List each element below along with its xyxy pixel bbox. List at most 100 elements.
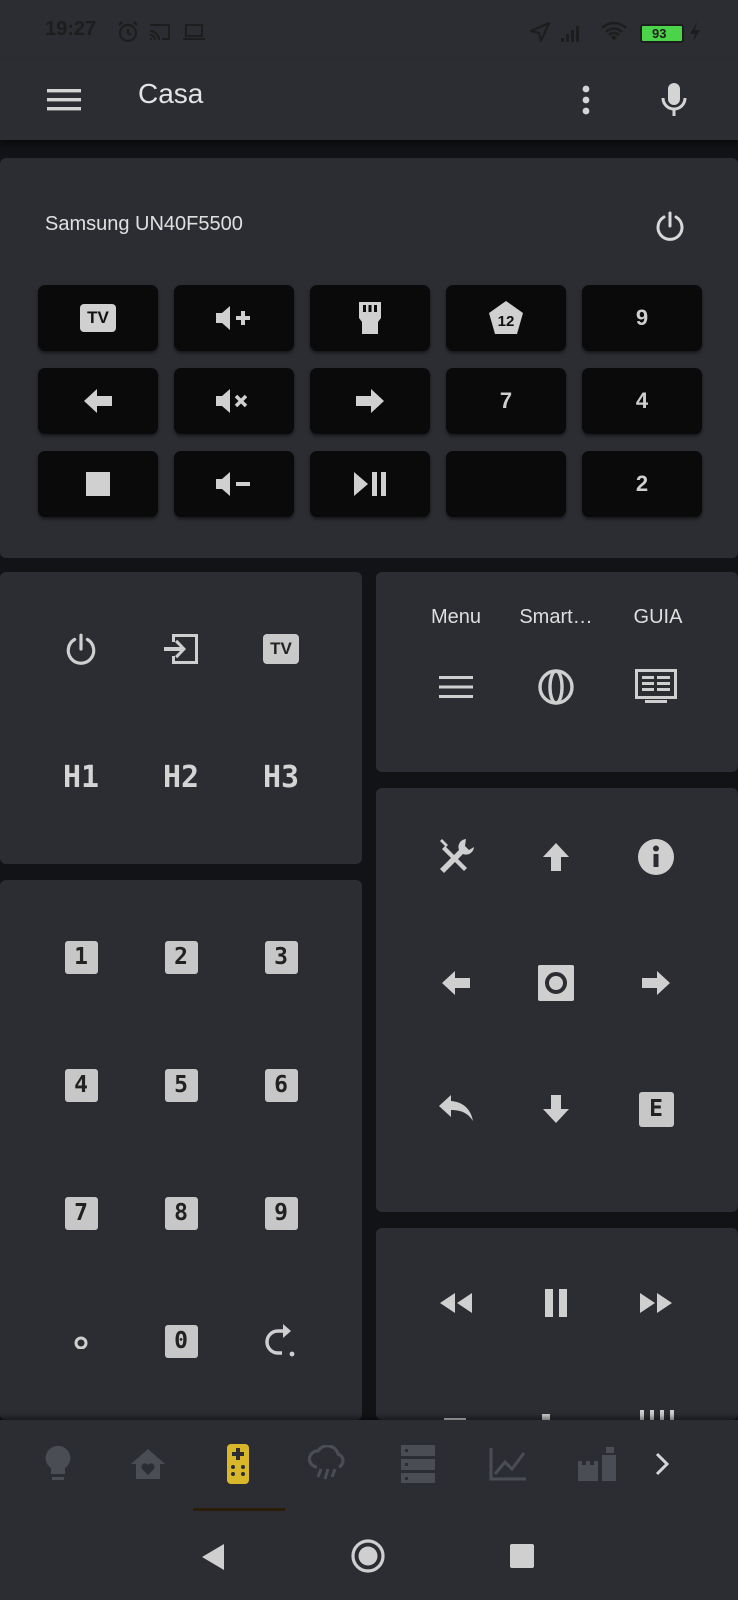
redo-icon — [265, 1324, 295, 1357]
numpad-key-7[interactable]: 7 — [46, 1178, 116, 1248]
pause-button[interactable] — [521, 1268, 591, 1338]
volume-up-button[interactable] — [174, 285, 294, 351]
volume-down-button[interactable] — [174, 451, 294, 517]
arrow-right-icon — [356, 389, 384, 413]
dpad-down-button[interactable] — [521, 1074, 591, 1144]
exit-button[interactable]: E — [621, 1074, 691, 1144]
play-pause-button[interactable] — [310, 451, 430, 517]
tv-mode-button[interactable]: TV — [38, 285, 158, 351]
info-button[interactable] — [621, 822, 691, 892]
hdmi2-label: H2 — [162, 759, 200, 795]
tools-button[interactable] — [421, 822, 491, 892]
server-icon — [401, 1445, 435, 1483]
voice-assist-button[interactable] — [648, 74, 700, 126]
battery-indicator: 93 — [640, 24, 684, 43]
arrow-right-button[interactable] — [310, 368, 430, 434]
hdmi3-button[interactable]: H3 — [246, 742, 316, 812]
hdmi-input-button[interactable] — [310, 285, 430, 351]
back-triangle-icon[interactable] — [200, 1542, 226, 1572]
dpad-left-button[interactable] — [421, 948, 491, 1018]
battery-level: 93 — [652, 26, 667, 41]
nav-history[interactable] — [478, 1434, 538, 1494]
hdmi1-button[interactable]: H1 — [46, 742, 116, 812]
home-circle-icon[interactable] — [350, 1538, 386, 1574]
hdmi2-button[interactable]: H2 — [146, 742, 216, 812]
tv-source-button[interactable]: TV — [246, 614, 316, 684]
hamburger-menu-button[interactable] — [38, 74, 90, 126]
channel-12-button[interactable]: 12 — [446, 285, 566, 351]
numpad-key-8[interactable]: 8 — [146, 1178, 216, 1248]
power-icon — [66, 633, 96, 665]
hdmi1-label: H1 — [62, 759, 100, 795]
volume-mute-icon — [216, 389, 248, 413]
smart-hub-button[interactable] — [521, 652, 591, 722]
key-4-button[interactable]: 4 — [582, 368, 702, 434]
numpad-key-3-label: 3 — [264, 940, 298, 974]
tv-device-title: Samsung UN40F5500 — [45, 213, 243, 235]
system-navigation-bar — [0, 1516, 738, 1600]
guide-caption: GUIA — [633, 606, 683, 628]
dpad-ok-button[interactable] — [521, 948, 591, 1018]
location-arrow-icon — [529, 21, 551, 43]
menu-icon — [439, 676, 473, 698]
overflow-menu-button[interactable] — [560, 74, 612, 126]
numpad-key-7-label: 7 — [64, 1196, 98, 1230]
menu-button[interactable] — [421, 652, 491, 722]
nav-remote[interactable] — [208, 1434, 268, 1494]
numpad-key-4[interactable]: 4 — [46, 1050, 116, 1120]
tv-power-button[interactable] — [650, 206, 690, 246]
arrow-down-icon — [543, 1095, 569, 1123]
numpad-key-0-label: 0 — [164, 1324, 198, 1358]
key-9-button[interactable]: 9 — [582, 285, 702, 351]
arrow-up-button[interactable] — [521, 822, 591, 892]
dpad-right-button[interactable] — [621, 948, 691, 1018]
alarm-icon — [118, 21, 138, 43]
recents-square-icon[interactable] — [510, 1544, 534, 1568]
source-input-button[interactable] — [146, 614, 216, 684]
arrow-left-button[interactable] — [38, 368, 158, 434]
channel-12-label: 12 — [498, 313, 515, 330]
numpad-key-2-label: 2 — [164, 940, 198, 974]
nav-lights[interactable] — [28, 1434, 88, 1494]
numpad-key-5[interactable]: 5 — [146, 1050, 216, 1120]
mute-button[interactable] — [174, 368, 294, 434]
exit-icon: E — [638, 1091, 674, 1127]
nav-castle[interactable] — [568, 1434, 628, 1494]
numpad-key-1[interactable]: 1 — [46, 922, 116, 992]
volume-down-icon — [216, 472, 250, 496]
fast-forward-button[interactable] — [621, 1268, 691, 1338]
rewind-button[interactable] — [421, 1268, 491, 1338]
rewind-icon — [440, 1293, 472, 1313]
numpad-key-4-label: 4 — [64, 1068, 98, 1102]
numpad-key-9[interactable]: 9 — [246, 1178, 316, 1248]
guide-button[interactable] — [621, 652, 691, 722]
numpad-key-2[interactable]: 2 — [146, 922, 216, 992]
menu-icon — [47, 89, 81, 111]
nav-servers[interactable] — [388, 1434, 448, 1494]
status-time: 19:27 — [45, 18, 97, 40]
numpad-key-0[interactable]: 0 — [146, 1306, 216, 1376]
equalizer-icon[interactable] — [638, 1410, 678, 1420]
tv-remote-card: Samsung UN40F5500 TV 12 9 7 4 2 — [0, 158, 738, 558]
return-button[interactable] — [421, 1074, 491, 1144]
blank-button[interactable] — [446, 451, 566, 517]
numpad-key-3[interactable]: 3 — [246, 922, 316, 992]
active-tab-indicator — [193, 1508, 285, 1511]
power-button[interactable] — [46, 614, 116, 684]
nav-weather[interactable] — [298, 1434, 358, 1494]
key-2-button[interactable]: 2 — [582, 451, 702, 517]
numpad-dot-button[interactable] — [46, 1306, 116, 1376]
numpad-key-6[interactable]: 6 — [246, 1050, 316, 1120]
key-7-button[interactable]: 7 — [446, 368, 566, 434]
arrow-up-icon — [543, 843, 569, 871]
nav-home[interactable] — [118, 1434, 178, 1494]
cast-icon — [150, 24, 170, 40]
numpad-key-6-label: 6 — [264, 1068, 298, 1102]
chevron-right-icon — [655, 1452, 670, 1476]
menu-caption: Menu — [430, 606, 482, 628]
previous-channel-button[interactable] — [246, 1306, 316, 1376]
nav-more-tabs[interactable] — [642, 1434, 682, 1494]
remote-control-icon — [227, 1444, 249, 1484]
stop-button[interactable] — [38, 451, 158, 517]
menu-card: Menu Smart… GUIA — [376, 572, 738, 772]
